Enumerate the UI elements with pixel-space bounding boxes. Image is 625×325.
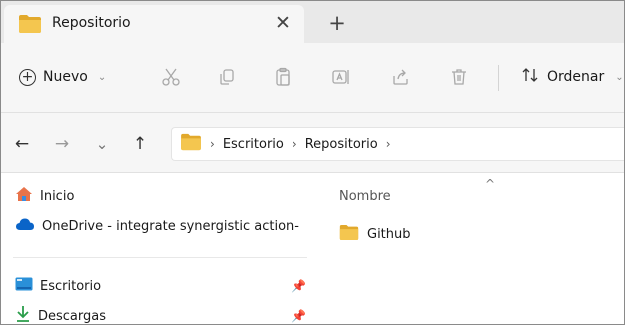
paste-icon[interactable] xyxy=(269,63,297,91)
folder-icon xyxy=(180,133,202,155)
recent-locations-button[interactable]: ⌄ xyxy=(91,133,113,155)
cut-icon[interactable] xyxy=(157,63,185,91)
tab-strip: Repositorio ✕ + xyxy=(1,1,624,43)
sidebar-item-escritorio[interactable]: Escritorio xyxy=(15,275,101,297)
command-bar: + Nuevo ⌄ Ordenar ⌄ xyxy=(1,43,624,113)
file-explorer-window: Repositorio ✕ + + Nuevo ⌄ Ordenar ⌄ ← → … xyxy=(0,0,625,325)
navigation-bar: ← → ⌄ ↑ › Escritorio › Repositorio › xyxy=(1,113,624,173)
close-tab-icon[interactable]: ✕ xyxy=(270,10,296,36)
new-button[interactable]: + Nuevo ⌄ xyxy=(19,63,106,91)
download-icon xyxy=(15,305,31,324)
tab-title: Repositorio xyxy=(52,15,131,31)
rename-icon[interactable] xyxy=(327,63,355,91)
sidebar-item-inicio[interactable]: Inicio xyxy=(15,185,74,207)
sidebar-item-label: Inicio xyxy=(40,188,75,204)
list-item[interactable]: Github xyxy=(339,223,411,245)
cloud-icon xyxy=(15,217,35,235)
file-list: ^ Nombre Github xyxy=(317,173,624,324)
breadcrumb-separator[interactable]: › xyxy=(292,137,297,151)
up-button[interactable]: ↑ xyxy=(129,133,151,155)
folder-icon xyxy=(18,14,42,38)
pin-icon[interactable]: 📌 xyxy=(291,309,306,323)
address-bar[interactable]: › Escritorio › Repositorio › xyxy=(171,127,624,161)
file-name: Github xyxy=(367,226,411,242)
breadcrumb-escritorio[interactable]: Escritorio xyxy=(223,137,284,152)
sort-button[interactable]: Ordenar ⌄ xyxy=(521,63,624,91)
sidebar-divider xyxy=(13,257,307,258)
breadcrumb-repositorio[interactable]: Repositorio xyxy=(305,137,378,152)
sort-indicator-icon: ^ xyxy=(485,177,496,191)
sidebar-item-label: Descargas xyxy=(38,308,107,324)
copy-icon[interactable] xyxy=(213,63,241,91)
sort-icon xyxy=(521,66,539,88)
sidebar-item-label: OneDrive - integrate synergistic action- xyxy=(42,218,299,234)
add-icon: + xyxy=(19,68,36,86)
breadcrumb-separator[interactable]: › xyxy=(386,137,391,151)
breadcrumb-separator[interactable]: › xyxy=(210,137,215,151)
sidebar-item-label: Escritorio xyxy=(40,278,102,294)
new-button-label: Nuevo xyxy=(43,69,88,85)
chevron-down-icon: ⌄ xyxy=(97,71,107,83)
navigation-pane: Inicio OneDrive - integrate synergistic … xyxy=(1,173,317,324)
folder-icon xyxy=(339,224,359,245)
chevron-down-icon: ⌄ xyxy=(615,71,624,83)
share-icon[interactable] xyxy=(387,63,415,91)
back-button[interactable]: ← xyxy=(11,133,33,155)
sidebar-item-onedrive[interactable]: OneDrive - integrate synergistic action- xyxy=(15,215,299,237)
tab-repositorio[interactable]: Repositorio ✕ xyxy=(4,5,304,43)
sidebar-item-descargas[interactable]: Descargas xyxy=(15,305,107,324)
home-icon xyxy=(15,186,33,206)
toolbar-separator xyxy=(498,65,499,91)
sort-button-label: Ordenar xyxy=(547,69,605,85)
desktop-icon xyxy=(15,277,33,295)
new-tab-button[interactable]: + xyxy=(323,10,351,36)
forward-button[interactable]: → xyxy=(51,133,73,155)
delete-icon[interactable] xyxy=(445,63,473,91)
pin-icon[interactable]: 📌 xyxy=(291,279,306,293)
column-header-name[interactable]: Nombre xyxy=(339,189,391,204)
